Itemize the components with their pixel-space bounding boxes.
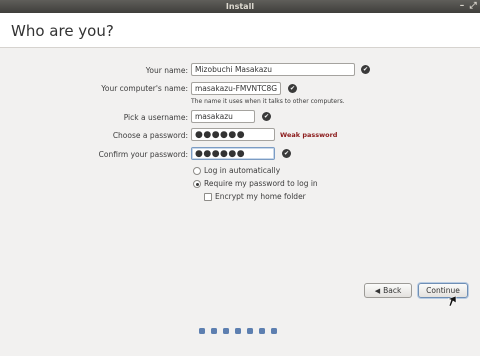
username-label: Pick a username: bbox=[123, 113, 188, 122]
encrypt-home-checkbox[interactable] bbox=[204, 193, 212, 201]
confirm-password-field[interactable] bbox=[191, 147, 275, 160]
computer-name-hint: The name it uses when it talks to other … bbox=[191, 98, 345, 105]
back-button[interactable]: ◀ Back bbox=[364, 283, 412, 298]
page-header: Who are you? bbox=[0, 13, 480, 48]
password-field[interactable] bbox=[191, 128, 275, 141]
progress-step bbox=[271, 328, 277, 334]
login-automatically-radio[interactable] bbox=[193, 167, 201, 175]
maximize-icon[interactable]: ⤢ bbox=[468, 1, 478, 11]
window-titlebar: Install – ⤢ bbox=[0, 0, 480, 13]
checkmark-icon: ✔ bbox=[262, 112, 271, 121]
progress-step bbox=[259, 328, 265, 334]
checkmark-icon: ✔ bbox=[282, 149, 291, 158]
checkmark-icon: ✔ bbox=[361, 65, 370, 74]
password-strength: Weak password bbox=[280, 131, 338, 139]
username-field[interactable] bbox=[191, 110, 255, 123]
checkmark-icon: ✔ bbox=[288, 84, 297, 93]
page-title: Who are you? bbox=[11, 22, 114, 40]
progress-step bbox=[199, 328, 205, 334]
computer-name-label: Your computer's name: bbox=[101, 84, 188, 93]
progress-step bbox=[211, 328, 217, 334]
login-automatically-label[interactable]: Log in automatically bbox=[204, 166, 280, 175]
mouse-cursor-icon bbox=[448, 296, 457, 307]
continue-button[interactable]: Continue bbox=[418, 283, 468, 298]
progress-step bbox=[247, 328, 253, 334]
require-password-label[interactable]: Require my password to log in bbox=[204, 179, 318, 188]
encrypt-home-label[interactable]: Encrypt my home folder bbox=[215, 192, 306, 201]
window-title: Install bbox=[225, 2, 255, 11]
back-button-label: Back bbox=[383, 286, 402, 295]
continue-button-label: Continue bbox=[426, 286, 460, 295]
password-label: Choose a password: bbox=[112, 131, 188, 140]
minimize-icon[interactable]: – bbox=[457, 1, 467, 11]
confirm-password-label: Confirm your password: bbox=[98, 150, 188, 159]
arrow-left-icon: ◀ bbox=[374, 286, 381, 295]
name-field[interactable] bbox=[191, 63, 355, 76]
require-password-radio[interactable] bbox=[193, 180, 201, 188]
computer-name-field[interactable] bbox=[191, 82, 281, 95]
progress-step bbox=[235, 328, 241, 334]
progress-step bbox=[223, 328, 229, 334]
name-label: Your name: bbox=[145, 66, 188, 75]
